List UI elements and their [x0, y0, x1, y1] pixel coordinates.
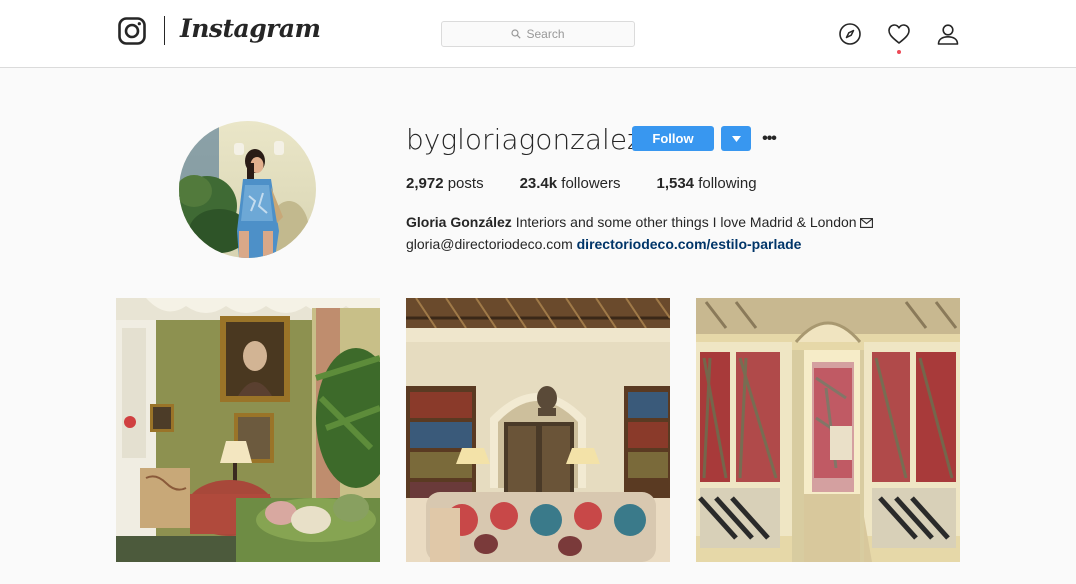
following-stat[interactable]: 1,534 following — [656, 175, 756, 192]
compass-icon[interactable] — [838, 22, 862, 46]
followers-count: 23.4k — [519, 175, 558, 192]
logo-divider — [164, 16, 165, 45]
posts-count: 2,972 — [406, 175, 444, 192]
posts-label: posts — [447, 175, 484, 192]
posts-stat: 2,972 posts — [406, 175, 484, 192]
avatar-photo — [179, 121, 316, 258]
post-image — [406, 298, 670, 562]
search-icon — [511, 29, 522, 39]
bio-email: gloria@directoriodeco.com — [406, 236, 573, 252]
followers-stat[interactable]: 23.4k followers — [520, 175, 621, 192]
post-thumbnail[interactable] — [696, 298, 960, 562]
search-placeholder: Search — [526, 27, 565, 41]
person-icon[interactable] — [936, 22, 960, 46]
triangle-down-icon — [731, 135, 741, 142]
profile-bio: Gloria González Interiors and some other… — [406, 211, 926, 255]
instagram-wordmark[interactable]: Instagram — [180, 14, 321, 43]
suggested-dropdown-button[interactable] — [721, 126, 751, 151]
more-options-button[interactable]: ••• — [760, 126, 778, 151]
follow-button[interactable]: Follow — [632, 126, 714, 151]
envelope-icon — [860, 218, 874, 228]
notification-dot — [897, 50, 901, 54]
post-thumbnail[interactable] — [116, 298, 380, 562]
bio-text: Interiors and some other things I love M… — [515, 214, 857, 230]
profile-stats: 2,972 posts 23.4k followers 1,534 follow… — [406, 175, 793, 192]
followers-label: followers — [561, 175, 621, 192]
camera-logo-icon[interactable] — [118, 17, 146, 45]
following-label: following — [698, 175, 757, 192]
search-input[interactable]: Search — [441, 21, 635, 47]
profile-full-name: Gloria González — [406, 214, 512, 230]
bio-link[interactable]: directoriodeco.com/estilo-parlade — [577, 236, 802, 252]
following-count: 1,534 — [656, 175, 695, 192]
post-image — [696, 298, 960, 562]
post-thumbnail[interactable] — [406, 298, 670, 562]
top-nav-bar: Instagram Search — [0, 0, 1076, 68]
post-image — [116, 298, 380, 562]
heart-icon[interactable] — [887, 22, 911, 46]
profile-avatar[interactable] — [179, 121, 316, 258]
profile-username: bygloriagonzalez — [406, 123, 642, 156]
